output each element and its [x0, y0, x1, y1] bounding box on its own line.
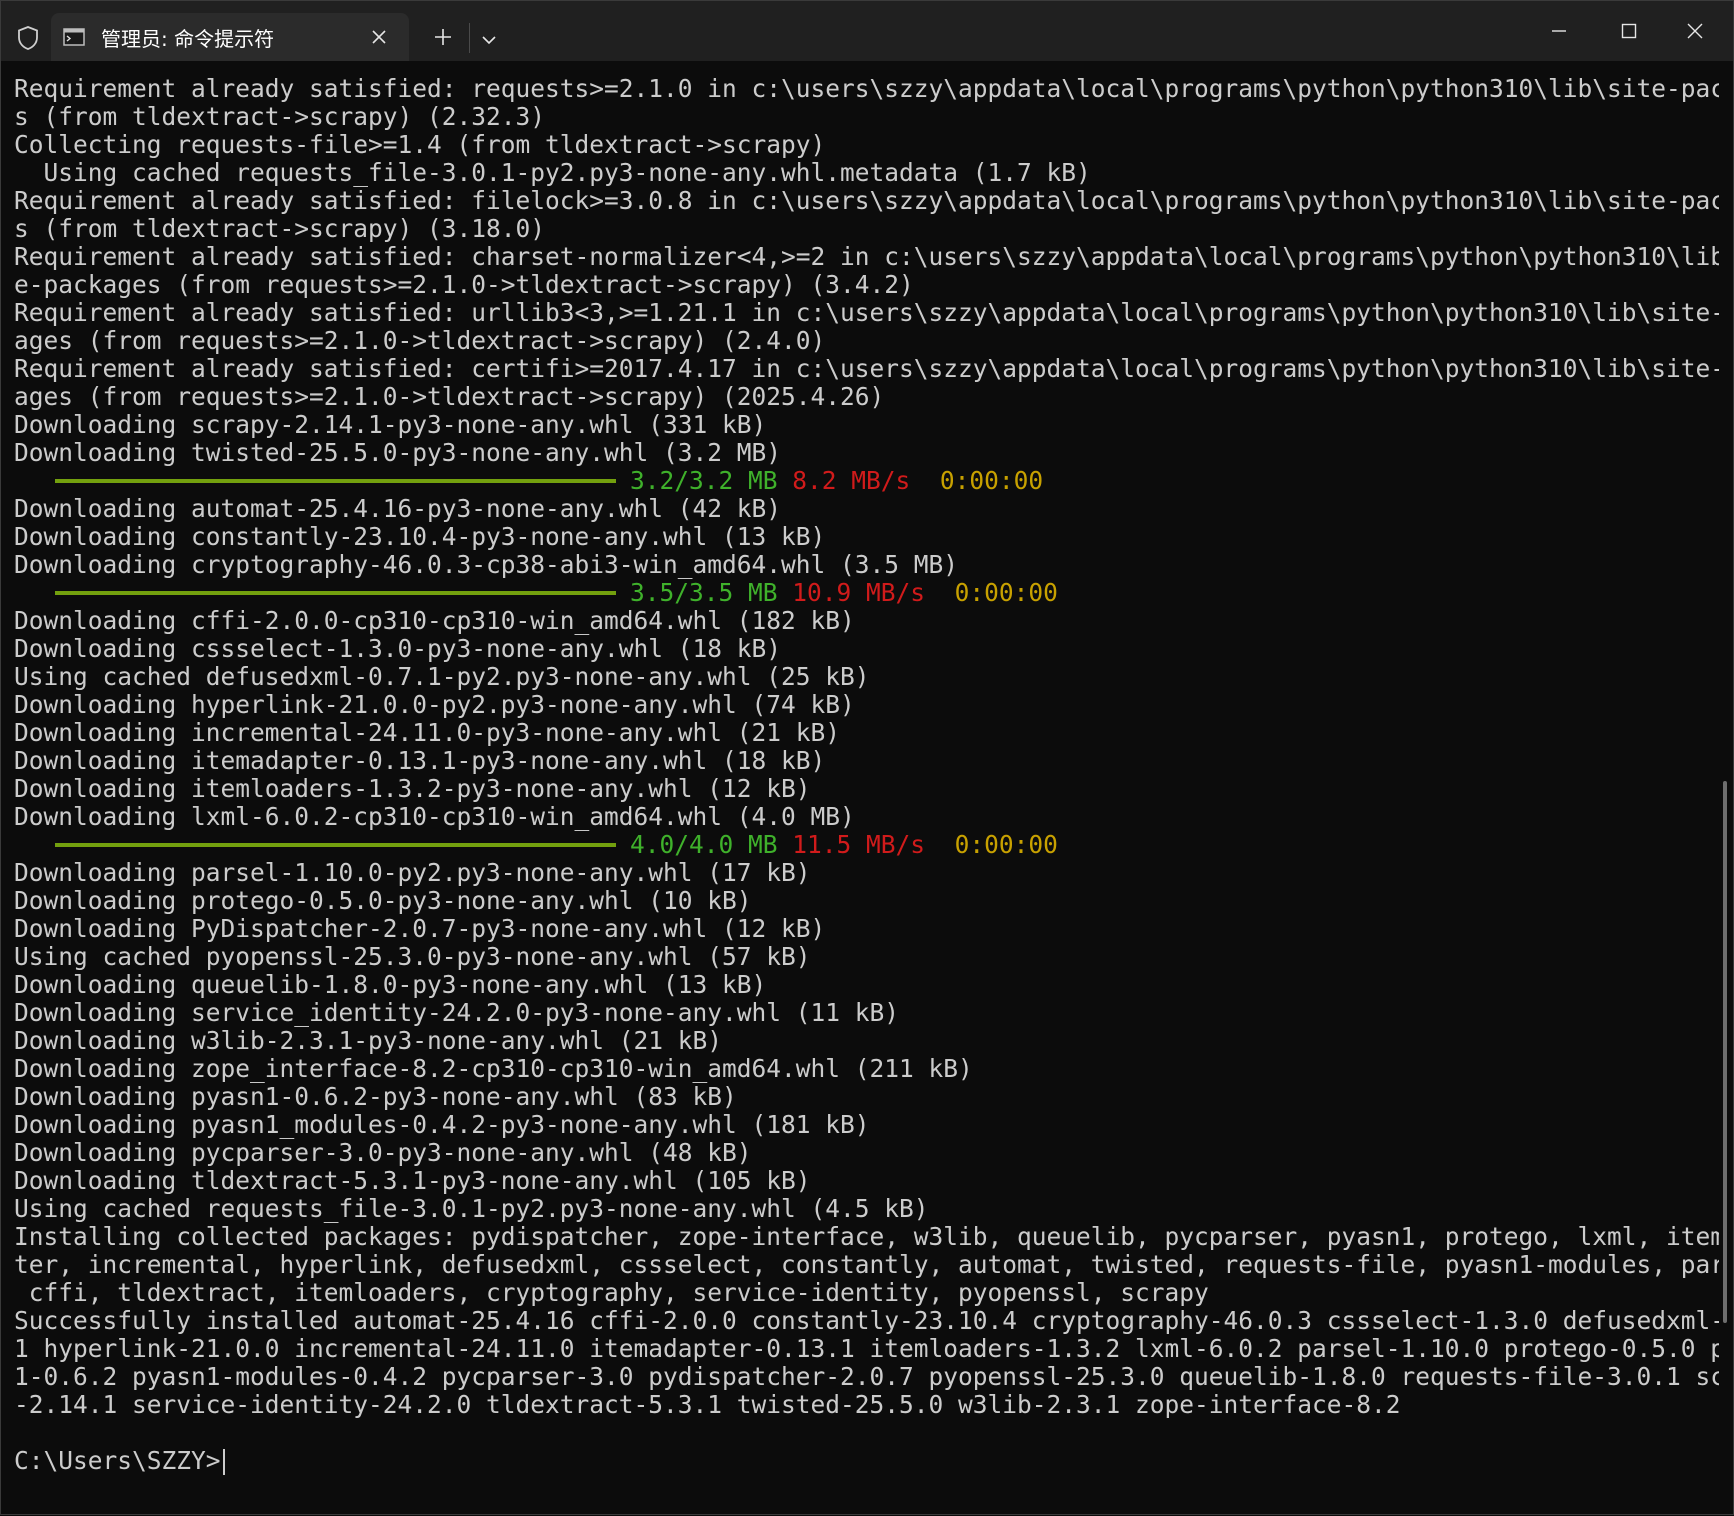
maximize-button[interactable]	[1601, 11, 1657, 55]
output-line: Downloading cryptography-46.0.3-cp38-abi…	[14, 550, 959, 579]
output-line: Requirement already satisfied: requests>…	[14, 74, 1719, 103]
output-line: Downloading pyasn1_modules-0.4.2-py3-non…	[14, 1110, 870, 1139]
terminal-window: 管理员: 命令提示符 Requirement already satisfied…	[0, 0, 1734, 1515]
output-line: Downloading w3lib-2.3.1-py3-none-any.whl…	[14, 1026, 723, 1055]
output-line: Downloading PyDispatcher-2.0.7-py3-none-…	[14, 914, 826, 943]
output-line: Downloading hyperlink-21.0.0-py2.py3-non…	[14, 690, 855, 719]
output-line: Downloading cffi-2.0.0-cp310-cp310-win_a…	[14, 606, 855, 635]
output-line: Downloading parsel-1.10.0-py2.py3-none-a…	[14, 858, 811, 887]
output-line: Downloading itemadapter-0.13.1-py3-none-…	[14, 746, 826, 775]
plus-icon	[433, 27, 453, 51]
progress-speed: 10.9 MB/s	[792, 578, 926, 607]
output-line: Successfully installed automat-25.4.16 c…	[14, 1306, 1719, 1335]
output-line: Using cached requests_file-3.0.1-py2.py3…	[14, 1194, 929, 1223]
output-line: Downloading tldextract-5.3.1-py3-none-an…	[14, 1166, 811, 1195]
progress-stats: 4.0/4.0 MB 11.5 MB/s 0:00:00	[630, 831, 1058, 859]
new-tab-button[interactable]	[425, 21, 461, 57]
output-line: s (from tldextract->scrapy) (3.18.0)	[14, 214, 546, 243]
minimize-icon	[1550, 22, 1568, 44]
progress-eta: 0:00:00	[954, 578, 1058, 607]
shield-icon	[13, 23, 43, 53]
progress-size: 3.5/3.5 MB	[630, 578, 778, 607]
progress-eta: 0:00:00	[954, 830, 1058, 859]
output-line: Collecting requests-file>=1.4 (from tlde…	[14, 130, 826, 159]
tab-separator	[469, 23, 470, 53]
output-line: Downloading queuelib-1.8.0-py3-none-any.…	[14, 970, 767, 999]
output-line: Downloading lxml-6.0.2-cp310-cp310-win_a…	[14, 802, 855, 831]
output-line: Requirement already satisfied: charset-n…	[14, 242, 1719, 271]
output-line: Downloading itemloaders-1.3.2-py3-none-a…	[14, 774, 811, 803]
vertical-scrollbar[interactable]	[1723, 781, 1727, 1323]
progress-size: 4.0/4.0 MB	[630, 830, 778, 859]
progress-stats: 3.2/3.2 MB 8.2 MB/s 0:00:00	[630, 467, 1043, 495]
output-line: e-packages (from requests>=2.1.0->tldext…	[14, 270, 914, 299]
output-line: 1-0.6.2 pyasn1-modules-0.4.2 pycparser-3…	[14, 1362, 1719, 1391]
output-line: ages (from requests>=2.1.0->tldextract->…	[14, 382, 885, 411]
output-line: Using cached requests_file-3.0.1-py2.py3…	[14, 158, 1091, 187]
output-line: s (from tldextract->scrapy) (2.32.3)	[14, 102, 546, 131]
output-line: 1 hyperlink-21.0.0 incremental-24.11.0 i…	[14, 1334, 1719, 1363]
terminal-icon	[63, 28, 85, 46]
output-line: Using cached pyopenssl-25.3.0-py3-none-a…	[14, 942, 811, 971]
progress-eta: 0:00:00	[939, 466, 1044, 495]
output-line: -2.14.1 service-identity-24.2.0 tldextra…	[14, 1390, 1401, 1419]
command-prompt[interactable]: C:\Users\SZZY>	[14, 1447, 225, 1475]
minimize-button[interactable]	[1531, 11, 1587, 55]
text-cursor	[222, 1449, 225, 1475]
output-line: Downloading pycparser-3.0-py3-none-any.w…	[14, 1138, 752, 1167]
output-line: Downloading constantly-23.10.4-py3-none-…	[14, 522, 826, 551]
output-line: Downloading protego-0.5.0-py3-none-any.w…	[14, 886, 752, 915]
output-line: Downloading twisted-25.5.0-py3-none-any.…	[14, 438, 782, 467]
progress-speed: 11.5 MB/s	[792, 830, 926, 859]
progress-bar	[55, 591, 616, 595]
output-line: Downloading scrapy-2.14.1-py3-none-any.w…	[14, 410, 767, 439]
output-line: Downloading pyasn1-0.6.2-py3-none-any.wh…	[14, 1082, 737, 1111]
window-close-button[interactable]	[1667, 11, 1723, 55]
tab-command-prompt[interactable]: 管理员: 命令提示符	[51, 13, 409, 61]
window-close-icon	[1686, 22, 1704, 44]
terminal-output[interactable]: Requirement already satisfied: requests>…	[1, 61, 1719, 1516]
prompt-text: C:\Users\SZZY>	[14, 1446, 221, 1475]
output-line: Using cached defusedxml-0.7.1-py2.py3-no…	[14, 662, 870, 691]
output-line: Requirement already satisfied: urllib3<3…	[14, 298, 1719, 327]
progress-stats: 3.5/3.5 MB 10.9 MB/s 0:00:00	[630, 579, 1058, 607]
progress-bar	[55, 843, 616, 847]
output-line: Downloading automat-25.4.16-py3-none-any…	[14, 494, 782, 523]
output-line: cffi, tldextract, itemloaders, cryptogra…	[14, 1278, 1209, 1307]
output-line: Downloading incremental-24.11.0-py3-none…	[14, 718, 841, 747]
output-line: ter, incremental, hyperlink, defusedxml,…	[14, 1250, 1719, 1279]
output-line: Downloading service_identity-24.2.0-py3-…	[14, 998, 900, 1027]
progress-speed: 8.2 MB/s	[792, 466, 911, 495]
progress-bar	[55, 479, 616, 483]
output-line: ages (from requests>=2.1.0->tldextract->…	[14, 326, 826, 355]
output-line: Downloading zope_interface-8.2-cp310-cp3…	[14, 1054, 973, 1083]
output-line: Requirement already satisfied: filelock>…	[14, 186, 1719, 215]
maximize-icon	[1620, 22, 1638, 44]
chevron-down-icon	[481, 30, 497, 49]
title-bar[interactable]: 管理员: 命令提示符	[1, 1, 1733, 61]
output-line: Requirement already satisfied: certifi>=…	[14, 354, 1719, 383]
close-icon[interactable]	[367, 25, 391, 49]
progress-size: 3.2/3.2 MB	[630, 466, 778, 495]
output-line: Installing collected packages: pydispatc…	[14, 1222, 1719, 1251]
tab-title: 管理员: 命令提示符	[101, 26, 275, 51]
output-line: Downloading cssselect-1.3.0-py3-none-any…	[14, 634, 782, 663]
tab-dropdown-button[interactable]	[475, 21, 503, 57]
